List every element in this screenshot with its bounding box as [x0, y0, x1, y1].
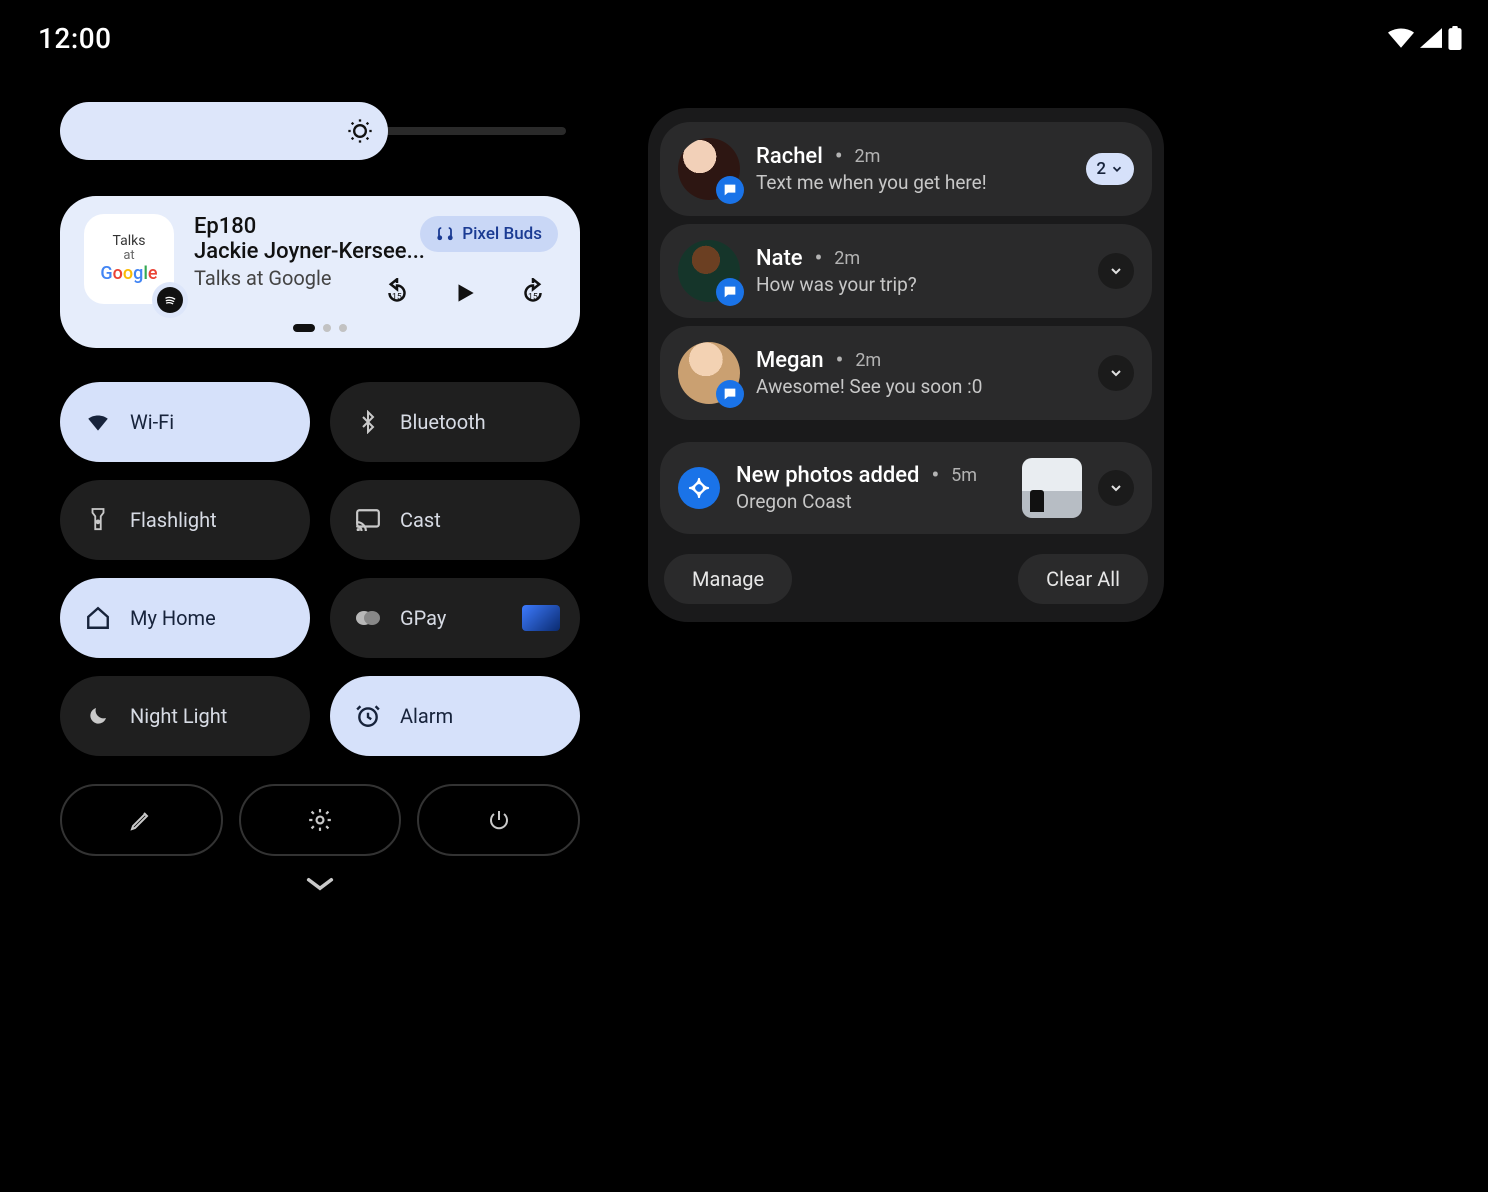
avatar — [678, 240, 740, 302]
flashlight-icon — [84, 506, 112, 534]
notif-nate[interactable]: Nate•2m How was your trip? — [660, 224, 1152, 318]
tile-label: Wi-Fi — [130, 410, 174, 434]
messages-app-badge — [716, 380, 744, 408]
svg-text:15: 15 — [392, 292, 402, 302]
tile-bluetooth[interactable]: Bluetooth — [330, 382, 580, 462]
tile-label: Cast — [400, 508, 441, 532]
notif-megan[interactable]: Megan•2m Awesome! See you soon :0 — [660, 326, 1152, 420]
status-icons — [1388, 26, 1462, 50]
notif-count: 2 — [1096, 159, 1106, 179]
notif-body: Text me when you get here! — [756, 171, 1070, 194]
notif-count-expand[interactable]: 2 — [1086, 153, 1134, 185]
tile-alarm[interactable]: Alarm — [330, 676, 580, 756]
avatar — [678, 138, 740, 200]
notif-time: 2m — [834, 248, 860, 269]
media-forward-15-button[interactable]: 15 — [516, 276, 550, 310]
svg-text:15: 15 — [528, 292, 538, 302]
notif-body: Awesome! See you soon :0 — [756, 375, 1082, 398]
alarm-icon — [354, 702, 382, 730]
notif-photos[interactable]: New photos added•5m Oregon Coast — [660, 442, 1152, 534]
notif-sender: Rachel — [756, 144, 823, 169]
media-rewind-15-button[interactable]: 15 — [380, 276, 414, 310]
notif-rachel[interactable]: Rachel•2m Text me when you get here! 2 — [660, 122, 1152, 216]
tile-label: Flashlight — [130, 508, 217, 532]
battery-status-icon — [1448, 26, 1462, 50]
media-card[interactable]: Pixel Buds Talks at Google Ep180 Jackie … — [60, 196, 580, 348]
tile-label: Alarm — [400, 704, 453, 728]
clock: 12:00 — [38, 22, 112, 55]
gear-icon — [307, 807, 333, 833]
wifi-status-icon — [1388, 28, 1414, 48]
notification-shade[interactable]: Rachel•2m Text me when you get here! 2 N… — [648, 108, 1164, 622]
tile-home[interactable]: My Home — [60, 578, 310, 658]
notif-expand[interactable] — [1098, 470, 1134, 506]
notif-sender: Megan — [756, 348, 824, 373]
tile-gpay[interactable]: GPay — [330, 578, 580, 658]
power-icon — [487, 808, 511, 832]
gpay-icon — [354, 604, 382, 632]
moon-icon — [84, 702, 112, 730]
pencil-icon — [129, 808, 153, 832]
edit-tiles-button[interactable] — [60, 784, 223, 856]
tile-cast[interactable]: Cast — [330, 480, 580, 560]
media-page-indicator — [84, 324, 556, 332]
notif-time: 5m — [951, 465, 977, 486]
media-output-button[interactable]: Pixel Buds — [420, 216, 558, 252]
chevron-down-icon — [1108, 480, 1124, 496]
power-button[interactable] — [417, 784, 580, 856]
wifi-icon — [84, 408, 112, 436]
clear-all-button[interactable]: Clear All — [1018, 554, 1148, 604]
avatar — [678, 342, 740, 404]
notif-time: 2m — [855, 350, 881, 371]
cellular-status-icon — [1420, 28, 1442, 48]
home-icon — [84, 604, 112, 632]
album-line2: at — [123, 249, 134, 264]
chevron-down-icon — [1110, 162, 1124, 176]
photo-thumbnail — [1022, 458, 1082, 518]
media-show: Talks at Google — [194, 266, 556, 290]
media-album-art: Talks at Google — [84, 214, 176, 306]
brightness-slider[interactable] — [60, 102, 580, 160]
chevron-down-icon — [1108, 263, 1124, 279]
gpay-card-thumbnail — [522, 605, 560, 631]
album-line1: Talks — [113, 233, 146, 249]
tile-label: Night Light — [130, 704, 227, 728]
quick-settings-tiles: Wi-Fi Bluetooth Flashlight Cast My Home … — [60, 382, 580, 756]
tile-label: GPay — [400, 606, 446, 630]
tile-label: My Home — [130, 606, 216, 630]
notif-expand[interactable] — [1098, 253, 1134, 289]
media-play-button[interactable] — [448, 276, 482, 310]
brightness-icon — [346, 117, 374, 145]
manage-notifications-button[interactable]: Manage — [664, 554, 792, 604]
status-bar: 12:00 — [0, 18, 1488, 58]
earbuds-icon — [436, 225, 454, 243]
messages-app-badge — [716, 278, 744, 306]
media-output-label: Pixel Buds — [462, 224, 542, 244]
tile-label: Bluetooth — [400, 410, 486, 434]
notif-time: 2m — [855, 146, 881, 167]
notif-title: New photos added — [736, 463, 919, 488]
tile-wifi[interactable]: Wi-Fi — [60, 382, 310, 462]
notif-sender: Nate — [756, 246, 803, 271]
spotify-icon — [162, 292, 178, 308]
settings-button[interactable] — [239, 784, 402, 856]
messages-app-badge — [716, 176, 744, 204]
collapse-handle[interactable] — [60, 874, 580, 894]
notif-body: Oregon Coast — [736, 490, 1006, 513]
tile-nightlight[interactable]: Night Light — [60, 676, 310, 756]
tile-flashlight[interactable]: Flashlight — [60, 480, 310, 560]
album-line3: Google — [100, 264, 157, 285]
chevron-down-icon — [1108, 365, 1124, 381]
cast-icon — [354, 506, 382, 534]
bluetooth-icon — [354, 408, 382, 436]
notif-body: How was your trip? — [756, 273, 1082, 296]
media-source-badge — [152, 282, 188, 318]
notif-expand[interactable] — [1098, 355, 1134, 391]
photos-app-icon — [678, 467, 720, 509]
